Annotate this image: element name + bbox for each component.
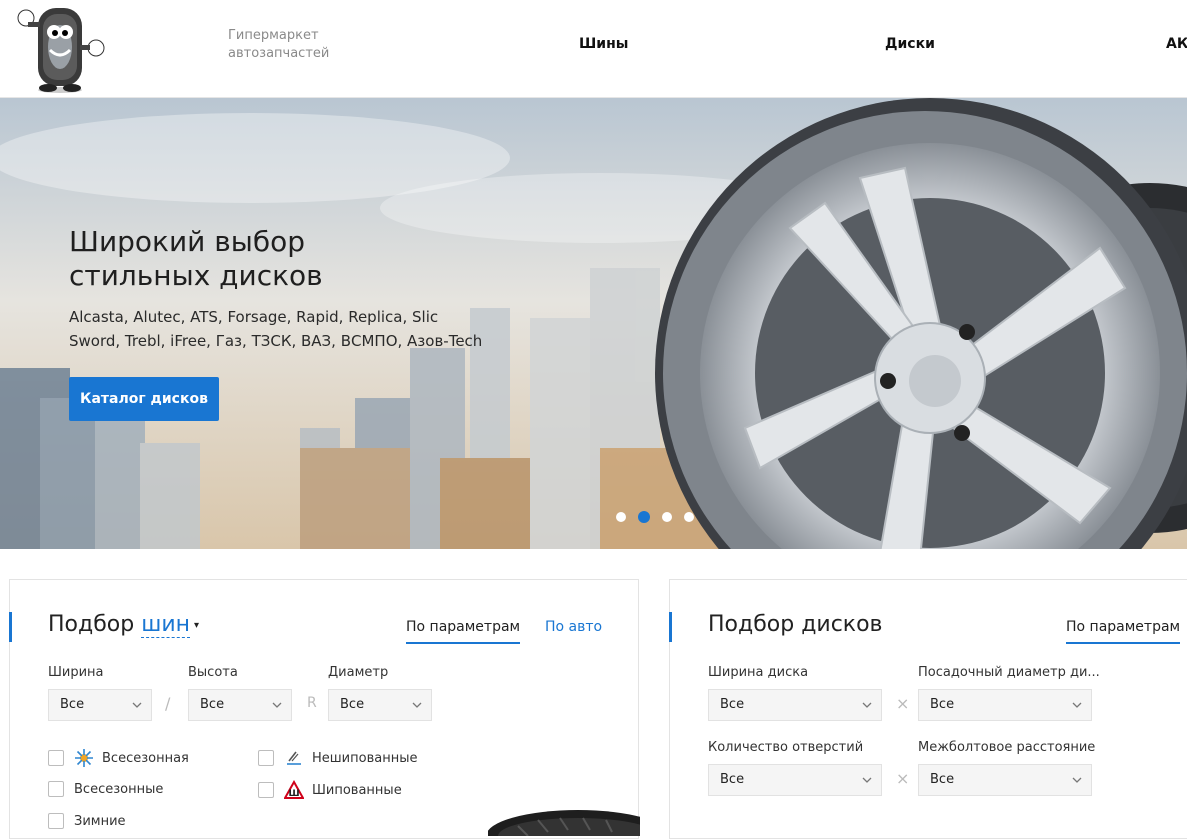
chevron-down-icon xyxy=(132,702,142,708)
disk-catalog-button[interactable]: Каталог дисков xyxy=(69,377,219,421)
width-select-value: Все xyxy=(60,697,85,712)
disk-selection-panel: Подбор дисков По параметрам Ширина диска… xyxy=(669,579,1187,839)
x-separator: × xyxy=(896,769,910,788)
width-label: Ширина xyxy=(48,665,104,680)
nonstudded-checkbox[interactable] xyxy=(258,750,274,766)
diameter-select[interactable]: Все xyxy=(328,689,432,721)
tire-selection-panel: Подбор шин ▾ По параметрам По авто Ширина… xyxy=(9,579,640,839)
allseason-label: Всесезонные xyxy=(74,781,164,797)
hero-banner: Широкий выбор стильных дисков Alcasta, A… xyxy=(0,98,1187,549)
holes-select[interactable]: Все xyxy=(708,764,882,796)
caret-down-icon[interactable]: ▾ xyxy=(194,620,199,631)
hero-brands-list: Alcasta, Alutec, ATS, Forsage, Rapid, Re… xyxy=(69,308,483,350)
panel-accent-bar xyxy=(9,612,12,642)
check-allseason-row: Всесезонные xyxy=(48,781,163,797)
diameter-label: Диаметр xyxy=(328,665,389,680)
svg-text:Ш: Ш xyxy=(288,789,299,799)
height-select-value: Все xyxy=(200,697,225,712)
site-tagline: Гипермаркет автозапчастей xyxy=(228,28,330,61)
tab-disk-by-params[interactable]: По параметрам xyxy=(1066,619,1181,644)
x-separator: × xyxy=(896,694,910,713)
seat-diameter-select[interactable]: Все xyxy=(918,689,1092,721)
disk-panel-title: Подбор дисков xyxy=(708,612,883,637)
no-studs-icon xyxy=(287,751,301,765)
panel-accent-bar xyxy=(669,612,672,642)
check-studded-row: Ш Шипованные xyxy=(258,780,402,800)
winter-checkbox[interactable] xyxy=(48,813,64,829)
height-label: Высота xyxy=(188,665,238,680)
seat-diameter-label: Посадочный диаметр ди... xyxy=(918,665,1100,680)
chevron-down-icon xyxy=(1072,777,1082,783)
slider-dots xyxy=(616,511,694,523)
hero-title: Широкий выбор стильных дисков xyxy=(69,225,323,292)
bolt-pattern-select-value: Все xyxy=(930,772,955,787)
holes-select-value: Все xyxy=(720,772,745,787)
bolt-pattern-label: Межболтовое расстояние xyxy=(918,740,1096,755)
site-header: Гипермаркет автозапчастей Шины Диски АК xyxy=(0,0,1187,98)
sun-snow-icon xyxy=(75,749,93,767)
disk-width-label: Ширина диска xyxy=(708,665,809,680)
check-allseason-icon-row: Всесезонная xyxy=(48,748,189,768)
check-nonstudded-row: Нешипованные xyxy=(258,748,417,768)
nav-disks[interactable]: Диски xyxy=(885,36,935,52)
bolt-pattern-select[interactable]: Все xyxy=(918,764,1092,796)
winter-label: Зимние xyxy=(74,813,126,829)
chevron-down-icon xyxy=(862,702,872,708)
disk-width-select[interactable]: Все xyxy=(708,689,882,721)
slash-separator: / xyxy=(165,694,171,713)
slider-dot-4[interactable] xyxy=(684,512,694,522)
chevron-down-icon xyxy=(862,777,872,783)
height-select[interactable]: Все xyxy=(188,689,292,721)
studded-label: Шипованные xyxy=(312,782,402,798)
nav-tires[interactable]: Шины xyxy=(579,36,628,52)
check-winter-row: Зимние xyxy=(48,813,126,829)
tire-mascot-logo[interactable] xyxy=(12,2,108,94)
tab-by-car[interactable]: По авто xyxy=(545,619,602,642)
slider-dot-3[interactable] xyxy=(662,512,672,522)
studded-checkbox[interactable] xyxy=(258,782,274,798)
seat-diameter-select-value: Все xyxy=(930,697,955,712)
slider-dot-1[interactable] xyxy=(616,512,626,522)
studs-warning-icon: Ш xyxy=(284,780,304,799)
nav-batteries[interactable]: АК xyxy=(1166,36,1187,52)
chevron-down-icon xyxy=(412,702,422,708)
nonstudded-label: Нешипованные xyxy=(312,750,418,766)
tire-image xyxy=(488,810,640,836)
disk-width-select-value: Все xyxy=(720,697,745,712)
width-select[interactable]: Все xyxy=(48,689,152,721)
diameter-select-value: Все xyxy=(340,697,365,712)
holes-label: Количество отверстий xyxy=(708,740,864,755)
r-separator: R xyxy=(307,695,317,711)
slider-dot-2[interactable] xyxy=(638,511,650,523)
chevron-down-icon xyxy=(1072,702,1082,708)
tire-panel-title: Подбор шин ▾ xyxy=(48,612,199,638)
tire-panel-title-prefix: Подбор xyxy=(48,612,135,637)
allseason-icon-label: Всесезонная xyxy=(102,750,189,766)
tab-by-params[interactable]: По параметрам xyxy=(406,619,521,644)
allseason-checkbox[interactable] xyxy=(48,781,64,797)
tire-type-dropdown[interactable]: шин xyxy=(141,612,191,638)
chevron-down-icon xyxy=(272,702,282,708)
allseason-icon-checkbox[interactable] xyxy=(48,750,64,766)
